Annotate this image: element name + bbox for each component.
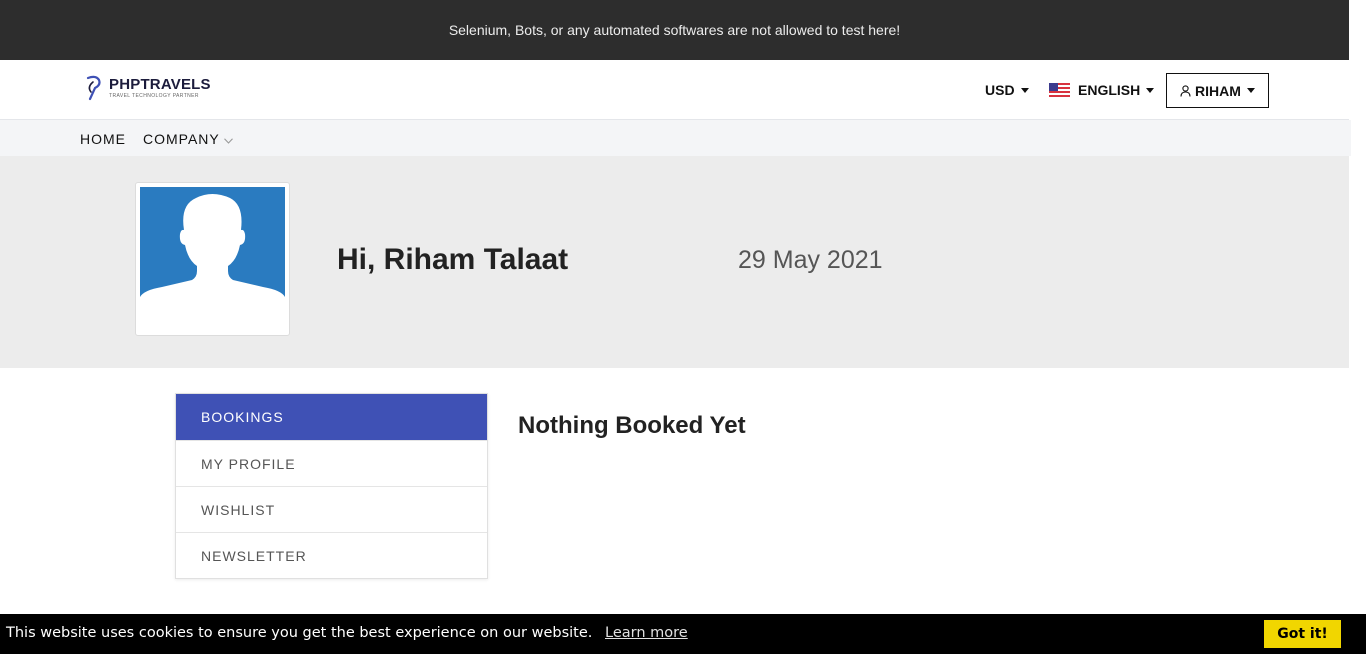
profile-hero: Hi, Riham Talaat 29 May 2021 bbox=[0, 156, 1349, 368]
current-date: 29 May 2021 bbox=[738, 246, 883, 274]
empty-bookings-heading: Nothing Booked Yet bbox=[518, 412, 746, 439]
menu-item-label: WISHLIST bbox=[201, 501, 276, 518]
nav-item-label: HOME bbox=[80, 131, 126, 147]
language-dropdown[interactable]: ENGLISH bbox=[1049, 82, 1155, 98]
currency-label: USD bbox=[985, 82, 1015, 98]
user-name-label: RIHAM bbox=[1195, 82, 1241, 99]
greeting-heading: Hi, Riham Talaat bbox=[337, 243, 569, 276]
learn-more-link[interactable]: Learn more bbox=[605, 625, 688, 641]
logo-name: PHPTRAVELS bbox=[109, 75, 211, 93]
site-header: PHPTRAVELS TRAVEL TECHNOLOGY PARTNER USD… bbox=[0, 60, 1349, 120]
announcement-text: Selenium, Bots, or any automated softwar… bbox=[448, 22, 901, 38]
user-account-dropdown[interactable]: RIHAM bbox=[1166, 73, 1269, 108]
nav-item-home[interactable]: HOME bbox=[80, 131, 126, 147]
account-menu: BOOKINGS MY PROFILE WISHLIST NEWSLETTER bbox=[175, 393, 488, 579]
us-flag-icon bbox=[1049, 83, 1070, 97]
menu-item-my-profile[interactable]: MY PROFILE bbox=[176, 440, 487, 486]
cookie-accept-button[interactable]: Got it! bbox=[1264, 620, 1341, 648]
caret-down-icon bbox=[1146, 87, 1155, 93]
avatar bbox=[135, 182, 290, 336]
user-icon bbox=[1180, 84, 1191, 97]
menu-item-bookings[interactable]: BOOKINGS bbox=[176, 394, 487, 440]
main-nav: HOME COMPANY bbox=[0, 120, 1351, 156]
currency-dropdown[interactable]: USD bbox=[985, 82, 1029, 98]
cookie-message: This website uses cookies to ensure you … bbox=[6, 625, 593, 641]
logo-icon bbox=[86, 75, 101, 101]
menu-item-label: NEWSLETTER bbox=[201, 547, 307, 564]
caret-down-icon bbox=[1246, 88, 1255, 93]
nav-item-company[interactable]: COMPANY bbox=[143, 131, 233, 147]
menu-item-label: BOOKINGS bbox=[201, 409, 284, 425]
cookie-banner: This website uses cookies to ensure you … bbox=[0, 614, 1366, 654]
user-avatar-icon bbox=[140, 187, 285, 306]
menu-item-label: MY PROFILE bbox=[201, 455, 296, 472]
menu-item-newsletter[interactable]: NEWSLETTER bbox=[176, 532, 487, 578]
nav-item-label: COMPANY bbox=[143, 131, 220, 147]
announcement-bar: Selenium, Bots, or any automated softwar… bbox=[0, 0, 1349, 60]
site-logo[interactable]: PHPTRAVELS TRAVEL TECHNOLOGY PARTNER bbox=[83, 74, 211, 102]
chevron-down-icon bbox=[223, 137, 233, 144]
caret-down-icon bbox=[1020, 87, 1029, 93]
language-label: ENGLISH bbox=[1078, 82, 1141, 98]
logo-tagline: TRAVEL TECHNOLOGY PARTNER bbox=[109, 92, 199, 99]
menu-item-wishlist[interactable]: WISHLIST bbox=[176, 486, 487, 532]
